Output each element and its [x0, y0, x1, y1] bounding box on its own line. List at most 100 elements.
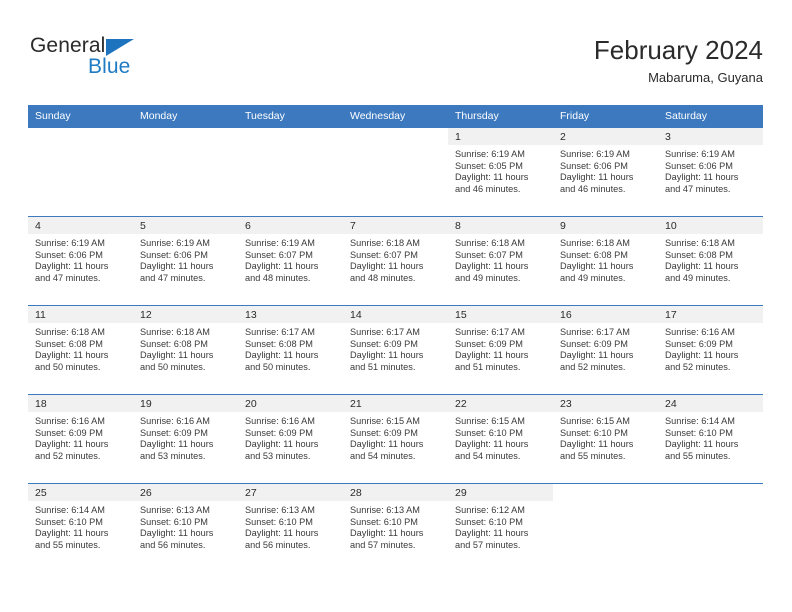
- sunrise-text: Sunrise: 6:14 AM: [35, 505, 105, 515]
- day-number: 5: [133, 217, 238, 234]
- daylight-text-line2: and 51 minutes.: [455, 361, 521, 372]
- brand-logo[interactable]: General Blue: [28, 34, 188, 90]
- day-details: Sunrise: 6:17 AM Sunset: 6:08 PM Daylight:…: [238, 323, 343, 373]
- calendar-day-cell[interactable]: 28 Sunrise: 6:13 AM Sunset: 6:10 PM Dayligh…: [343, 483, 448, 573]
- sunset-text: Sunset: 6:10 PM: [455, 427, 523, 438]
- calendar-day-cell[interactable]: 21 Sunrise: 6:15 AM Sunset: 6:09 PM Dayligh…: [343, 394, 448, 484]
- calendar-day-cell[interactable]: 25 Sunrise: 6:14 AM Sunset: 6:10 PM Dayligh…: [28, 483, 133, 573]
- day-number: 15: [448, 306, 553, 323]
- calendar-day-cell[interactable]: 3 Sunrise: 6:19 AM Sunset: 6:06 PM Daylight…: [658, 127, 763, 217]
- sunset-text: Sunset: 6:08 PM: [665, 249, 733, 260]
- daylight-text-line2: and 56 minutes.: [140, 539, 206, 550]
- daylight-text-line1: Daylight: 11 hours: [35, 261, 109, 272]
- daylight-text-line1: Daylight: 11 hours: [455, 528, 529, 539]
- day-details: Sunrise: 6:18 AM Sunset: 6:08 PM Daylight:…: [133, 323, 238, 373]
- calendar-day-cell[interactable]: 6 Sunrise: 6:19 AM Sunset: 6:07 PM Daylight…: [238, 216, 343, 306]
- calendar-header-row: Sunday Monday Tuesday Wednesday Thursday Frid…: [28, 105, 763, 128]
- day-number: 22: [448, 395, 553, 412]
- calendar-day-cell[interactable]: 22 Sunrise: 6:15 AM Sunset: 6:10 PM Dayligh…: [448, 394, 553, 484]
- daylight-text-line2: and 52 minutes.: [35, 450, 101, 461]
- daylight-text-line2: and 57 minutes.: [350, 539, 416, 550]
- calendar-day-cell[interactable]: 4 Sunrise: 6:19 AM Sunset: 6:06 PM Daylight…: [28, 216, 133, 306]
- sunrise-text: Sunrise: 6:19 AM: [35, 238, 105, 248]
- sunset-text: Sunset: 6:10 PM: [455, 516, 523, 527]
- calendar-day-cell[interactable]: 29 Sunrise: 6:12 AM Sunset: 6:10 PM Dayligh…: [448, 483, 553, 573]
- calendar-day-cell[interactable]: 9 Sunrise: 6:18 AM Sunset: 6:08 PM Daylight…: [553, 216, 658, 306]
- day-number: 17: [658, 306, 763, 323]
- daylight-text-line2: and 54 minutes.: [350, 450, 416, 461]
- calendar-day-cell[interactable]: 7 Sunrise: 6:18 AM Sunset: 6:07 PM Daylight…: [343, 216, 448, 306]
- daylight-text-line1: Daylight: 11 hours: [665, 350, 739, 361]
- page-title: February 2024: [593, 35, 763, 65]
- day-number: 7: [343, 217, 448, 234]
- calendar-day-cell[interactable]: 10 Sunrise: 6:18 AM Sunset: 6:08 PM Dayligh…: [658, 216, 763, 306]
- sunset-text: Sunset: 6:05 PM: [455, 160, 523, 171]
- day-number: 19: [133, 395, 238, 412]
- sunset-text: Sunset: 6:10 PM: [140, 516, 208, 527]
- calendar-day-cell[interactable]: 18 Sunrise: 6:16 AM Sunset: 6:09 PM Dayligh…: [28, 394, 133, 484]
- calendar-day-cell-empty: [133, 127, 238, 217]
- day-number: 24: [658, 395, 763, 412]
- day-details: Sunrise: 6:16 AM Sunset: 6:09 PM Daylight:…: [658, 323, 763, 373]
- daylight-text-line2: and 47 minutes.: [140, 272, 206, 283]
- sunset-text: Sunset: 6:06 PM: [665, 160, 733, 171]
- calendar-table: Sunday Monday Tuesday Wednesday Thursday Frid…: [28, 105, 763, 573]
- daylight-text-line1: Daylight: 11 hours: [560, 172, 634, 183]
- daylight-text-line1: Daylight: 11 hours: [140, 261, 214, 272]
- calendar-day-cell[interactable]: 12 Sunrise: 6:18 AM Sunset: 6:08 PM Dayligh…: [133, 305, 238, 395]
- weekday-header-thursday: Thursday: [448, 105, 553, 128]
- calendar-day-cell[interactable]: 13 Sunrise: 6:17 AM Sunset: 6:08 PM Dayligh…: [238, 305, 343, 395]
- sunrise-text: Sunrise: 6:15 AM: [455, 416, 525, 426]
- sunset-text: Sunset: 6:08 PM: [245, 338, 313, 349]
- sunset-text: Sunset: 6:09 PM: [140, 427, 208, 438]
- calendar-day-cell[interactable]: 23 Sunrise: 6:15 AM Sunset: 6:10 PM Dayligh…: [553, 394, 658, 484]
- calendar-day-cell[interactable]: 15 Sunrise: 6:17 AM Sunset: 6:09 PM Dayligh…: [448, 305, 553, 395]
- page-header: General Blue February 2024 Mabaruma, Guy…: [28, 34, 763, 96]
- calendar-day-cell-empty: [28, 127, 133, 217]
- daylight-text-line1: Daylight: 11 hours: [455, 350, 529, 361]
- calendar-day-cell[interactable]: 11 Sunrise: 6:18 AM Sunset: 6:08 PM Dayligh…: [28, 305, 133, 395]
- daylight-text-line2: and 52 minutes.: [560, 361, 626, 372]
- calendar-day-cell[interactable]: 27 Sunrise: 6:13 AM Sunset: 6:10 PM Dayligh…: [238, 483, 343, 573]
- calendar-day-cell[interactable]: 26 Sunrise: 6:13 AM Sunset: 6:10 PM Dayligh…: [133, 483, 238, 573]
- daylight-text-line1: Daylight: 11 hours: [560, 261, 634, 272]
- daylight-text-line2: and 53 minutes.: [245, 450, 311, 461]
- day-details: Sunrise: 6:13 AM Sunset: 6:10 PM Daylight:…: [133, 501, 238, 551]
- weekday-header-row: Sunday Monday Tuesday Wednesday Thursday Frid…: [28, 105, 763, 128]
- calendar-day-cell[interactable]: 19 Sunrise: 6:16 AM Sunset: 6:09 PM Dayligh…: [133, 394, 238, 484]
- daylight-text-line2: and 49 minutes.: [665, 272, 731, 283]
- day-number: 16: [553, 306, 658, 323]
- day-details: Sunrise: 6:18 AM Sunset: 6:07 PM Daylight:…: [343, 234, 448, 284]
- sunset-text: Sunset: 6:10 PM: [665, 427, 733, 438]
- day-details: Sunrise: 6:12 AM Sunset: 6:10 PM Daylight:…: [448, 501, 553, 551]
- sunset-text: Sunset: 6:08 PM: [35, 338, 103, 349]
- day-number: 14: [343, 306, 448, 323]
- calendar-day-cell[interactable]: 1 Sunrise: 6:19 AM Sunset: 6:05 PM Daylight…: [448, 127, 553, 217]
- daylight-text-line2: and 49 minutes.: [560, 272, 626, 283]
- daylight-text-line1: Daylight: 11 hours: [245, 350, 319, 361]
- calendar-day-cell[interactable]: 5 Sunrise: 6:19 AM Sunset: 6:06 PM Daylight…: [133, 216, 238, 306]
- calendar-day-cell[interactable]: 20 Sunrise: 6:16 AM Sunset: 6:09 PM Dayligh…: [238, 394, 343, 484]
- calendar-day-cell[interactable]: 16 Sunrise: 6:17 AM Sunset: 6:09 PM Dayligh…: [553, 305, 658, 395]
- calendar-page: General Blue February 2024 Mabaruma, Guy…: [0, 0, 792, 612]
- sunrise-text: Sunrise: 6:14 AM: [665, 416, 735, 426]
- calendar-week-row: 11 Sunrise: 6:18 AM Sunset: 6:08 PM Dayligh…: [28, 305, 763, 395]
- calendar-day-cell[interactable]: 24 Sunrise: 6:14 AM Sunset: 6:10 PM Dayligh…: [658, 394, 763, 484]
- calendar-day-cell[interactable]: 17 Sunrise: 6:16 AM Sunset: 6:09 PM Dayligh…: [658, 305, 763, 395]
- calendar-day-cell-empty: [658, 483, 763, 573]
- calendar-day-cell[interactable]: 14 Sunrise: 6:17 AM Sunset: 6:09 PM Dayligh…: [343, 305, 448, 395]
- calendar-day-cell[interactable]: 8 Sunrise: 6:18 AM Sunset: 6:07 PM Daylight…: [448, 216, 553, 306]
- daylight-text-line1: Daylight: 11 hours: [35, 528, 109, 539]
- day-number: 8: [448, 217, 553, 234]
- sunrise-text: Sunrise: 6:16 AM: [35, 416, 105, 426]
- sunset-text: Sunset: 6:09 PM: [350, 338, 418, 349]
- calendar-day-cell[interactable]: 2 Sunrise: 6:19 AM Sunset: 6:06 PM Daylight…: [553, 127, 658, 217]
- calendar-week-row: 4 Sunrise: 6:19 AM Sunset: 6:06 PM Daylight…: [28, 216, 763, 306]
- sunset-text: Sunset: 6:09 PM: [560, 338, 628, 349]
- sunset-text: Sunset: 6:07 PM: [350, 249, 418, 260]
- calendar-day-cell-empty: [238, 127, 343, 217]
- sunset-text: Sunset: 6:06 PM: [140, 249, 208, 260]
- daylight-text-line2: and 51 minutes.: [350, 361, 416, 372]
- sunset-text: Sunset: 6:06 PM: [35, 249, 103, 260]
- daylight-text-line1: Daylight: 11 hours: [245, 261, 319, 272]
